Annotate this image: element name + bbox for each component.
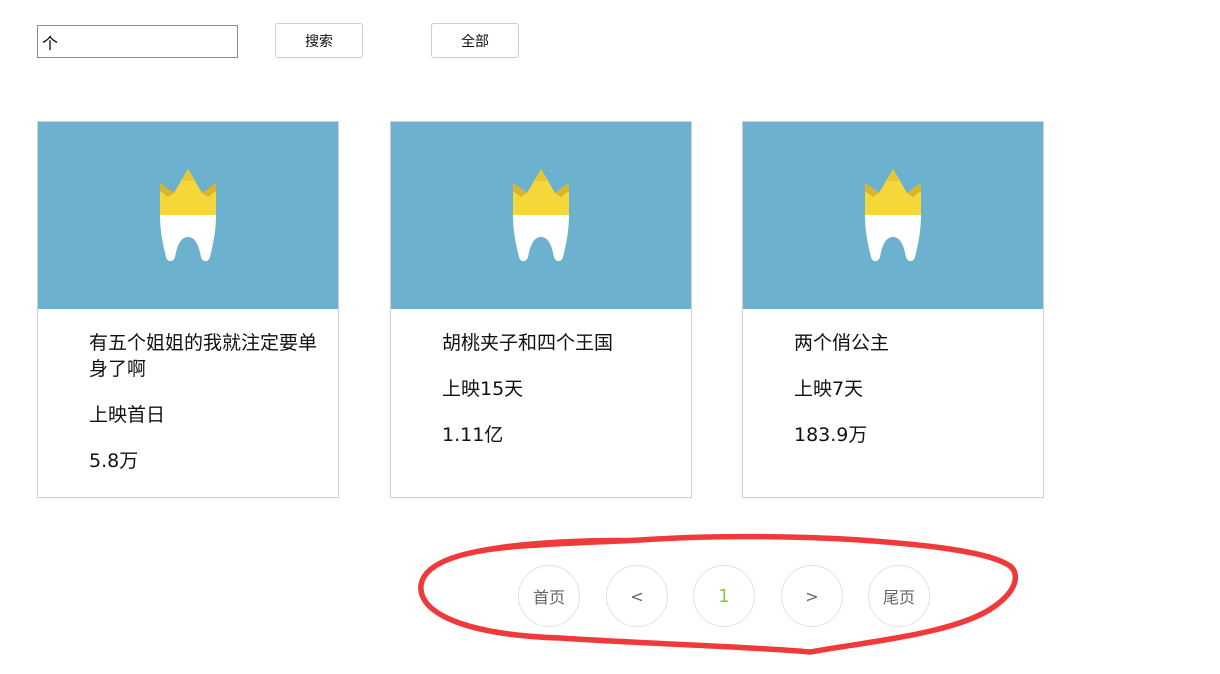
show-all-button[interactable]: 全部 bbox=[431, 23, 519, 58]
movie-title: 胡桃夹子和四个王国 bbox=[442, 332, 614, 354]
movie-box-office: 183.9万 bbox=[794, 424, 868, 446]
search-input[interactable] bbox=[37, 25, 238, 58]
search-button[interactable]: 搜索 bbox=[275, 23, 363, 58]
movie-poster bbox=[391, 122, 691, 309]
previous-page-button[interactable]: < bbox=[606, 565, 668, 627]
movie-poster bbox=[38, 122, 338, 309]
tooth-crown-icon bbox=[513, 169, 569, 262]
movie-box-office: 5.8万 bbox=[89, 450, 139, 472]
movie-card[interactable]: 两个俏公主 上映7天 183.9万 bbox=[742, 121, 1044, 498]
first-page-button[interactable]: 首页 bbox=[518, 565, 580, 627]
movie-release-status: 上映15天 bbox=[442, 378, 524, 400]
movie-poster bbox=[743, 122, 1043, 309]
page-number-button[interactable]: 1 bbox=[693, 565, 755, 627]
tooth-crown-icon bbox=[160, 169, 216, 262]
last-page-button[interactable]: 尾页 bbox=[868, 565, 930, 627]
movie-box-office: 1.11亿 bbox=[442, 424, 504, 446]
movie-card[interactable]: 有五个姐姐的我就注定要单身了啊 上映首日 5.8万 bbox=[37, 121, 339, 498]
movie-release-status: 上映7天 bbox=[794, 378, 864, 400]
next-page-button[interactable]: > bbox=[781, 565, 843, 627]
movie-title: 有五个姐姐的我就注定要单身了啊 bbox=[89, 332, 318, 380]
tooth-crown-icon bbox=[865, 169, 921, 262]
movie-card[interactable]: 胡桃夹子和四个王国 上映15天 1.11亿 bbox=[390, 121, 692, 498]
movie-title: 两个俏公主 bbox=[794, 332, 890, 354]
movie-release-status: 上映首日 bbox=[89, 404, 166, 426]
